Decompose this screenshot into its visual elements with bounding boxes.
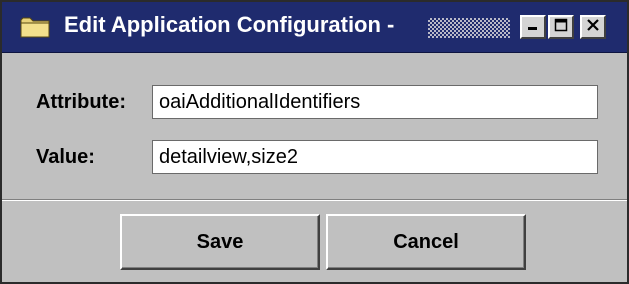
close-icon xyxy=(586,18,600,37)
attribute-label: Attribute: xyxy=(36,91,126,113)
minimize-icon xyxy=(526,18,540,37)
button-separator xyxy=(2,199,627,201)
folder-icon xyxy=(20,16,50,38)
maximize-icon xyxy=(554,18,568,37)
value-row: Value: detailview,size2 xyxy=(2,140,627,176)
save-button[interactable]: Save xyxy=(120,214,320,270)
minimize-button[interactable] xyxy=(520,15,546,39)
maximize-button[interactable] xyxy=(548,15,574,39)
config-form: Attribute: oaiAdditionalIdentifiers Valu… xyxy=(2,54,627,201)
attribute-field[interactable]: oaiAdditionalIdentifiers xyxy=(152,85,598,119)
title-drag-pattern xyxy=(428,18,510,38)
attribute-row: Attribute: oaiAdditionalIdentifiers xyxy=(2,85,627,121)
window-title: Edit Application Configuration - xyxy=(64,12,395,37)
cancel-button[interactable]: Cancel xyxy=(326,214,526,270)
value-field[interactable]: detailview,size2 xyxy=(152,140,598,174)
close-button[interactable] xyxy=(580,15,606,39)
edit-config-dialog: Edit Application Configuration - Attribu… xyxy=(0,0,629,284)
title-bar[interactable]: Edit Application Configuration - xyxy=(2,2,627,53)
value-label: Value: xyxy=(36,146,95,168)
